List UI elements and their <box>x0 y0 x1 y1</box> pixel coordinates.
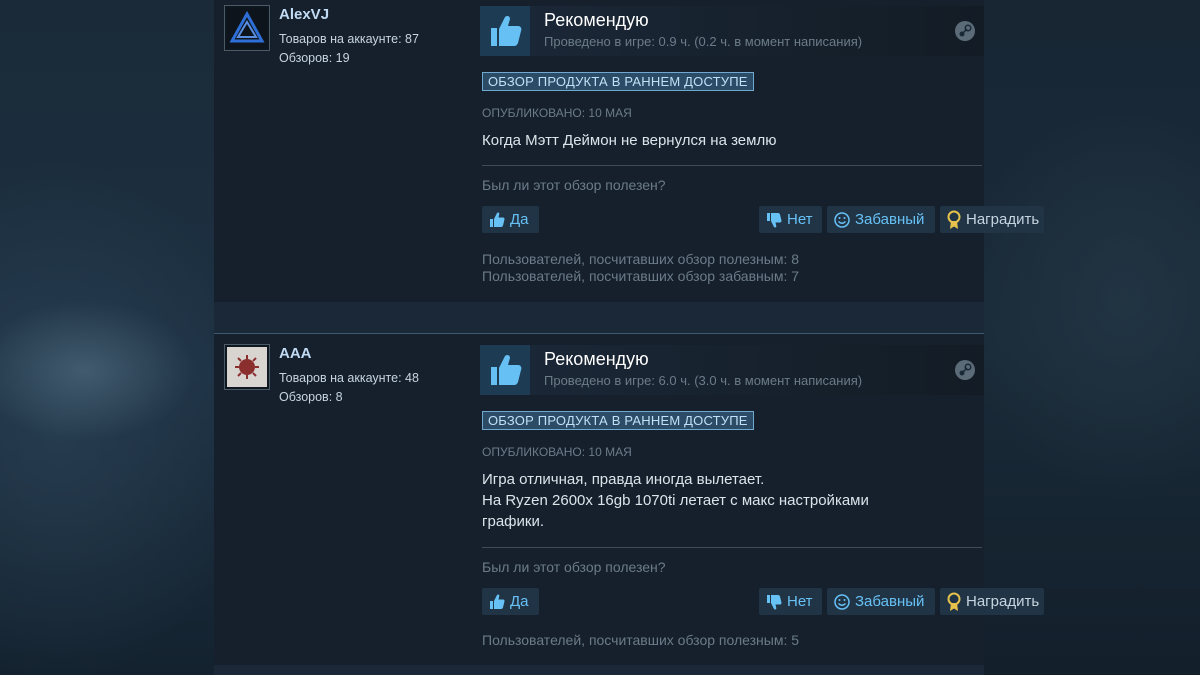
steam-logo-icon <box>955 21 975 41</box>
helpful-count: Пользователей, посчитавших обзор полезны… <box>482 251 800 267</box>
vote-yes-label: Да <box>510 211 529 228</box>
reviews-count[interactable]: Обзоров: 19 <box>279 51 350 65</box>
thumbs-up-icon <box>480 345 530 395</box>
vote-no-label: Нет <box>787 593 813 610</box>
review-card: AAA Товаров на аккаунте: 48 Обзоров: 8 Р… <box>214 333 1044 665</box>
vote-funny-label: Забавный <box>855 593 925 610</box>
divider <box>482 165 982 166</box>
smiley-icon <box>834 593 850 610</box>
posted-date: ОПУБЛИКОВАНО: 10 МАЯ <box>482 106 632 120</box>
review-text-line: Когда Мэтт Деймон не вернулся на землю <box>482 132 777 149</box>
review-text-line: На Ryzen 2600x 16gb 1070ti летает с макс… <box>482 492 869 509</box>
reviews-count[interactable]: Обзоров: 8 <box>279 390 343 404</box>
avatar-virus-icon <box>227 347 267 387</box>
avatar[interactable] <box>224 5 270 51</box>
products-count[interactable]: Товаров на аккаунте: 87 <box>279 32 419 46</box>
thumbs-up-icon <box>490 211 505 227</box>
helpful-count: Пользователей, посчитавших обзор полезны… <box>482 632 800 648</box>
username[interactable]: AlexVJ <box>279 6 329 23</box>
review-card: AlexVJ Товаров на аккаунте: 87 Обзоров: … <box>214 0 1044 302</box>
vote-no-label: Нет <box>787 211 813 228</box>
award-button[interactable]: Наградить <box>940 588 1044 615</box>
vote-yes-label: Да <box>510 593 529 610</box>
recommendation-title[interactable]: Рекомендую <box>544 10 649 31</box>
vote-counts: Пользователей, посчитавших обзор полезны… <box>482 251 799 285</box>
avatar-triangle-icon <box>227 8 267 48</box>
background-left <box>0 0 214 675</box>
review-text: Когда Мэтт Деймон не вернулся на землю <box>482 130 776 151</box>
award-icon <box>947 592 961 611</box>
vote-funny-button[interactable]: Забавный <box>827 588 935 615</box>
vote-yes-button[interactable]: Да <box>482 588 539 615</box>
avatar[interactable] <box>224 344 270 390</box>
funny-count: Пользователей, посчитавших обзор забавны… <box>482 268 800 284</box>
vote-no-button[interactable]: Нет <box>759 206 822 233</box>
thumbs-up-icon <box>490 593 505 609</box>
award-label: Наградить <box>966 593 1040 610</box>
thumbs-up-icon <box>480 6 530 56</box>
award-label: Наградить <box>966 211 1040 228</box>
divider <box>482 547 982 548</box>
early-access-badge: ОБЗОР ПРОДУКТА В РАННЕМ ДОСТУПЕ <box>482 72 754 91</box>
vote-funny-label: Забавный <box>855 211 925 228</box>
playtime: Проведено в игре: 6.0 ч. (3.0 ч. в момен… <box>544 373 863 388</box>
review-text: Игра отличная, правда иногда вылетает. Н… <box>482 469 869 532</box>
review-text-line: графики. <box>482 513 544 530</box>
products-count[interactable]: Товаров на аккаунте: 48 <box>279 371 419 385</box>
posted-date: ОПУБЛИКОВАНО: 10 МАЯ <box>482 445 632 459</box>
award-button[interactable]: Наградить <box>940 206 1044 233</box>
username[interactable]: AAA <box>279 345 312 362</box>
thumbs-down-icon <box>767 212 782 228</box>
vote-no-button[interactable]: Нет <box>759 588 822 615</box>
early-access-badge: ОБЗОР ПРОДУКТА В РАННЕМ ДОСТУПЕ <box>482 411 754 430</box>
vote-yes-button[interactable]: Да <box>482 206 539 233</box>
helpful-question: Был ли этот обзор полезен? <box>482 559 666 575</box>
steam-logo-icon <box>955 360 975 380</box>
review-text-line: Игра отличная, правда иногда вылетает. <box>482 471 765 488</box>
vote-counts: Пользователей, посчитавших обзор полезны… <box>482 632 799 649</box>
background-right <box>984 0 1200 675</box>
thumbs-down-icon <box>767 594 782 610</box>
award-icon <box>947 210 961 229</box>
vote-funny-button[interactable]: Забавный <box>827 206 935 233</box>
helpful-question: Был ли этот обзор полезен? <box>482 177 666 193</box>
recommendation-title[interactable]: Рекомендую <box>544 349 649 370</box>
vote-header[interactable]: Рекомендую Проведено в игре: 6.0 ч. (3.0… <box>480 345 984 395</box>
playtime: Проведено в игре: 0.9 ч. (0.2 ч. в момен… <box>544 34 863 49</box>
vote-header[interactable]: Рекомендую Проведено в игре: 0.9 ч. (0.2… <box>480 6 984 56</box>
smiley-icon <box>834 211 850 228</box>
